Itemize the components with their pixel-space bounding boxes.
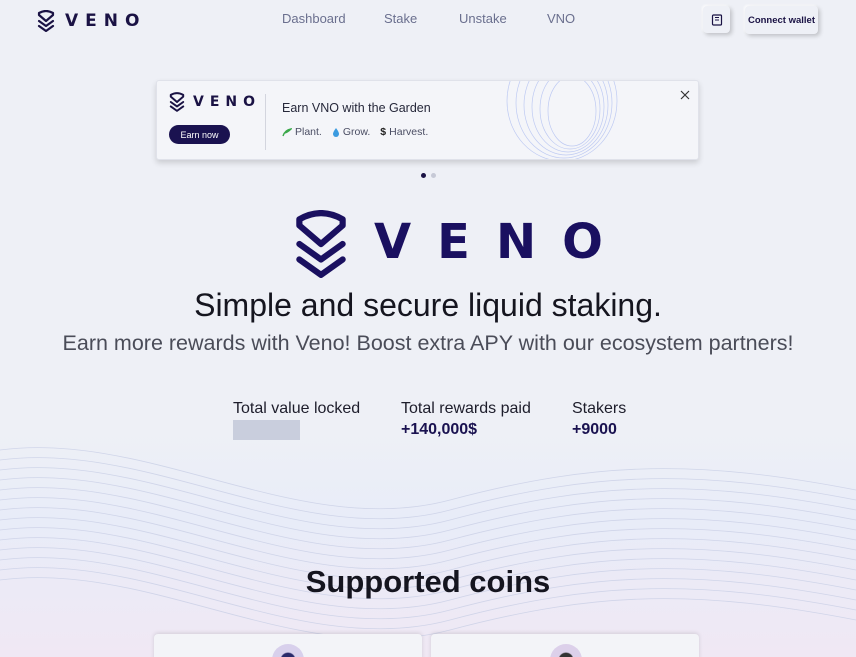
book-icon [711,13,722,26]
stat-stakers: Stakers +9000 [572,400,626,439]
coin-card[interactable] [154,634,422,657]
tagline-plant: Plant. [295,126,322,138]
carousel-dot-1[interactable] [421,173,426,178]
nav-stake[interactable]: Stake [384,11,417,26]
nav-vno[interactable]: VNO [547,11,575,26]
stat-rewards: Total rewards paid +140,000$ [401,400,531,439]
sprout-icon [282,128,292,137]
stat-tvl-loading-placeholder [233,420,300,440]
connect-wallet-button[interactable]: Connect wallet [745,6,818,34]
stat-tvl: Total value locked [233,400,360,440]
veno-logo-icon [169,92,185,112]
promo-banner: VENO Earn now Earn VNO with the Garden P… [156,80,699,160]
tagline-harvest: Harvest. [389,126,429,138]
stat-rewards-label: Total rewards paid [401,400,531,417]
stat-tvl-label: Total value locked [233,400,361,417]
carousel-dot-2[interactable] [431,173,436,178]
earn-now-button[interactable]: Earn now [169,125,230,144]
stat-rewards-value: +140,000$ [401,421,478,438]
supported-coins-title: Supported coins [305,564,551,599]
coin-icon [272,644,304,657]
docs-button[interactable] [703,6,730,33]
banner-logo-text: VENO [193,94,262,110]
hero-subline: Earn more rewards with Veno! Boost extra… [62,331,794,355]
tagline-grow: Grow. [342,126,371,138]
banner-logo: VENO [169,92,261,112]
banner-wave-art [506,81,618,159]
banner-divider [265,94,266,150]
close-icon[interactable] [679,89,691,101]
banner-title: Earn VNO with the Garden [282,101,431,115]
banner-tagline: Plant. Grow. $ Harvest. [282,126,428,138]
coin-icon [550,644,582,657]
veno-hero-logo-icon [296,210,346,278]
dollar-icon: $ [380,126,387,138]
hero-logo-text: VENO [374,214,629,270]
background-waves [0,430,856,657]
hero-headline: Simple and secure liquid staking. [194,287,662,323]
nav-unstake[interactable]: Unstake [459,11,507,26]
nav-dashboard[interactable]: Dashboard [282,11,346,26]
droplet-icon [332,128,339,137]
coin-card[interactable] [431,634,699,657]
stat-stakers-label: Stakers [572,400,627,417]
carousel-dots [421,173,436,178]
stat-stakers-value: +9000 [572,421,617,438]
